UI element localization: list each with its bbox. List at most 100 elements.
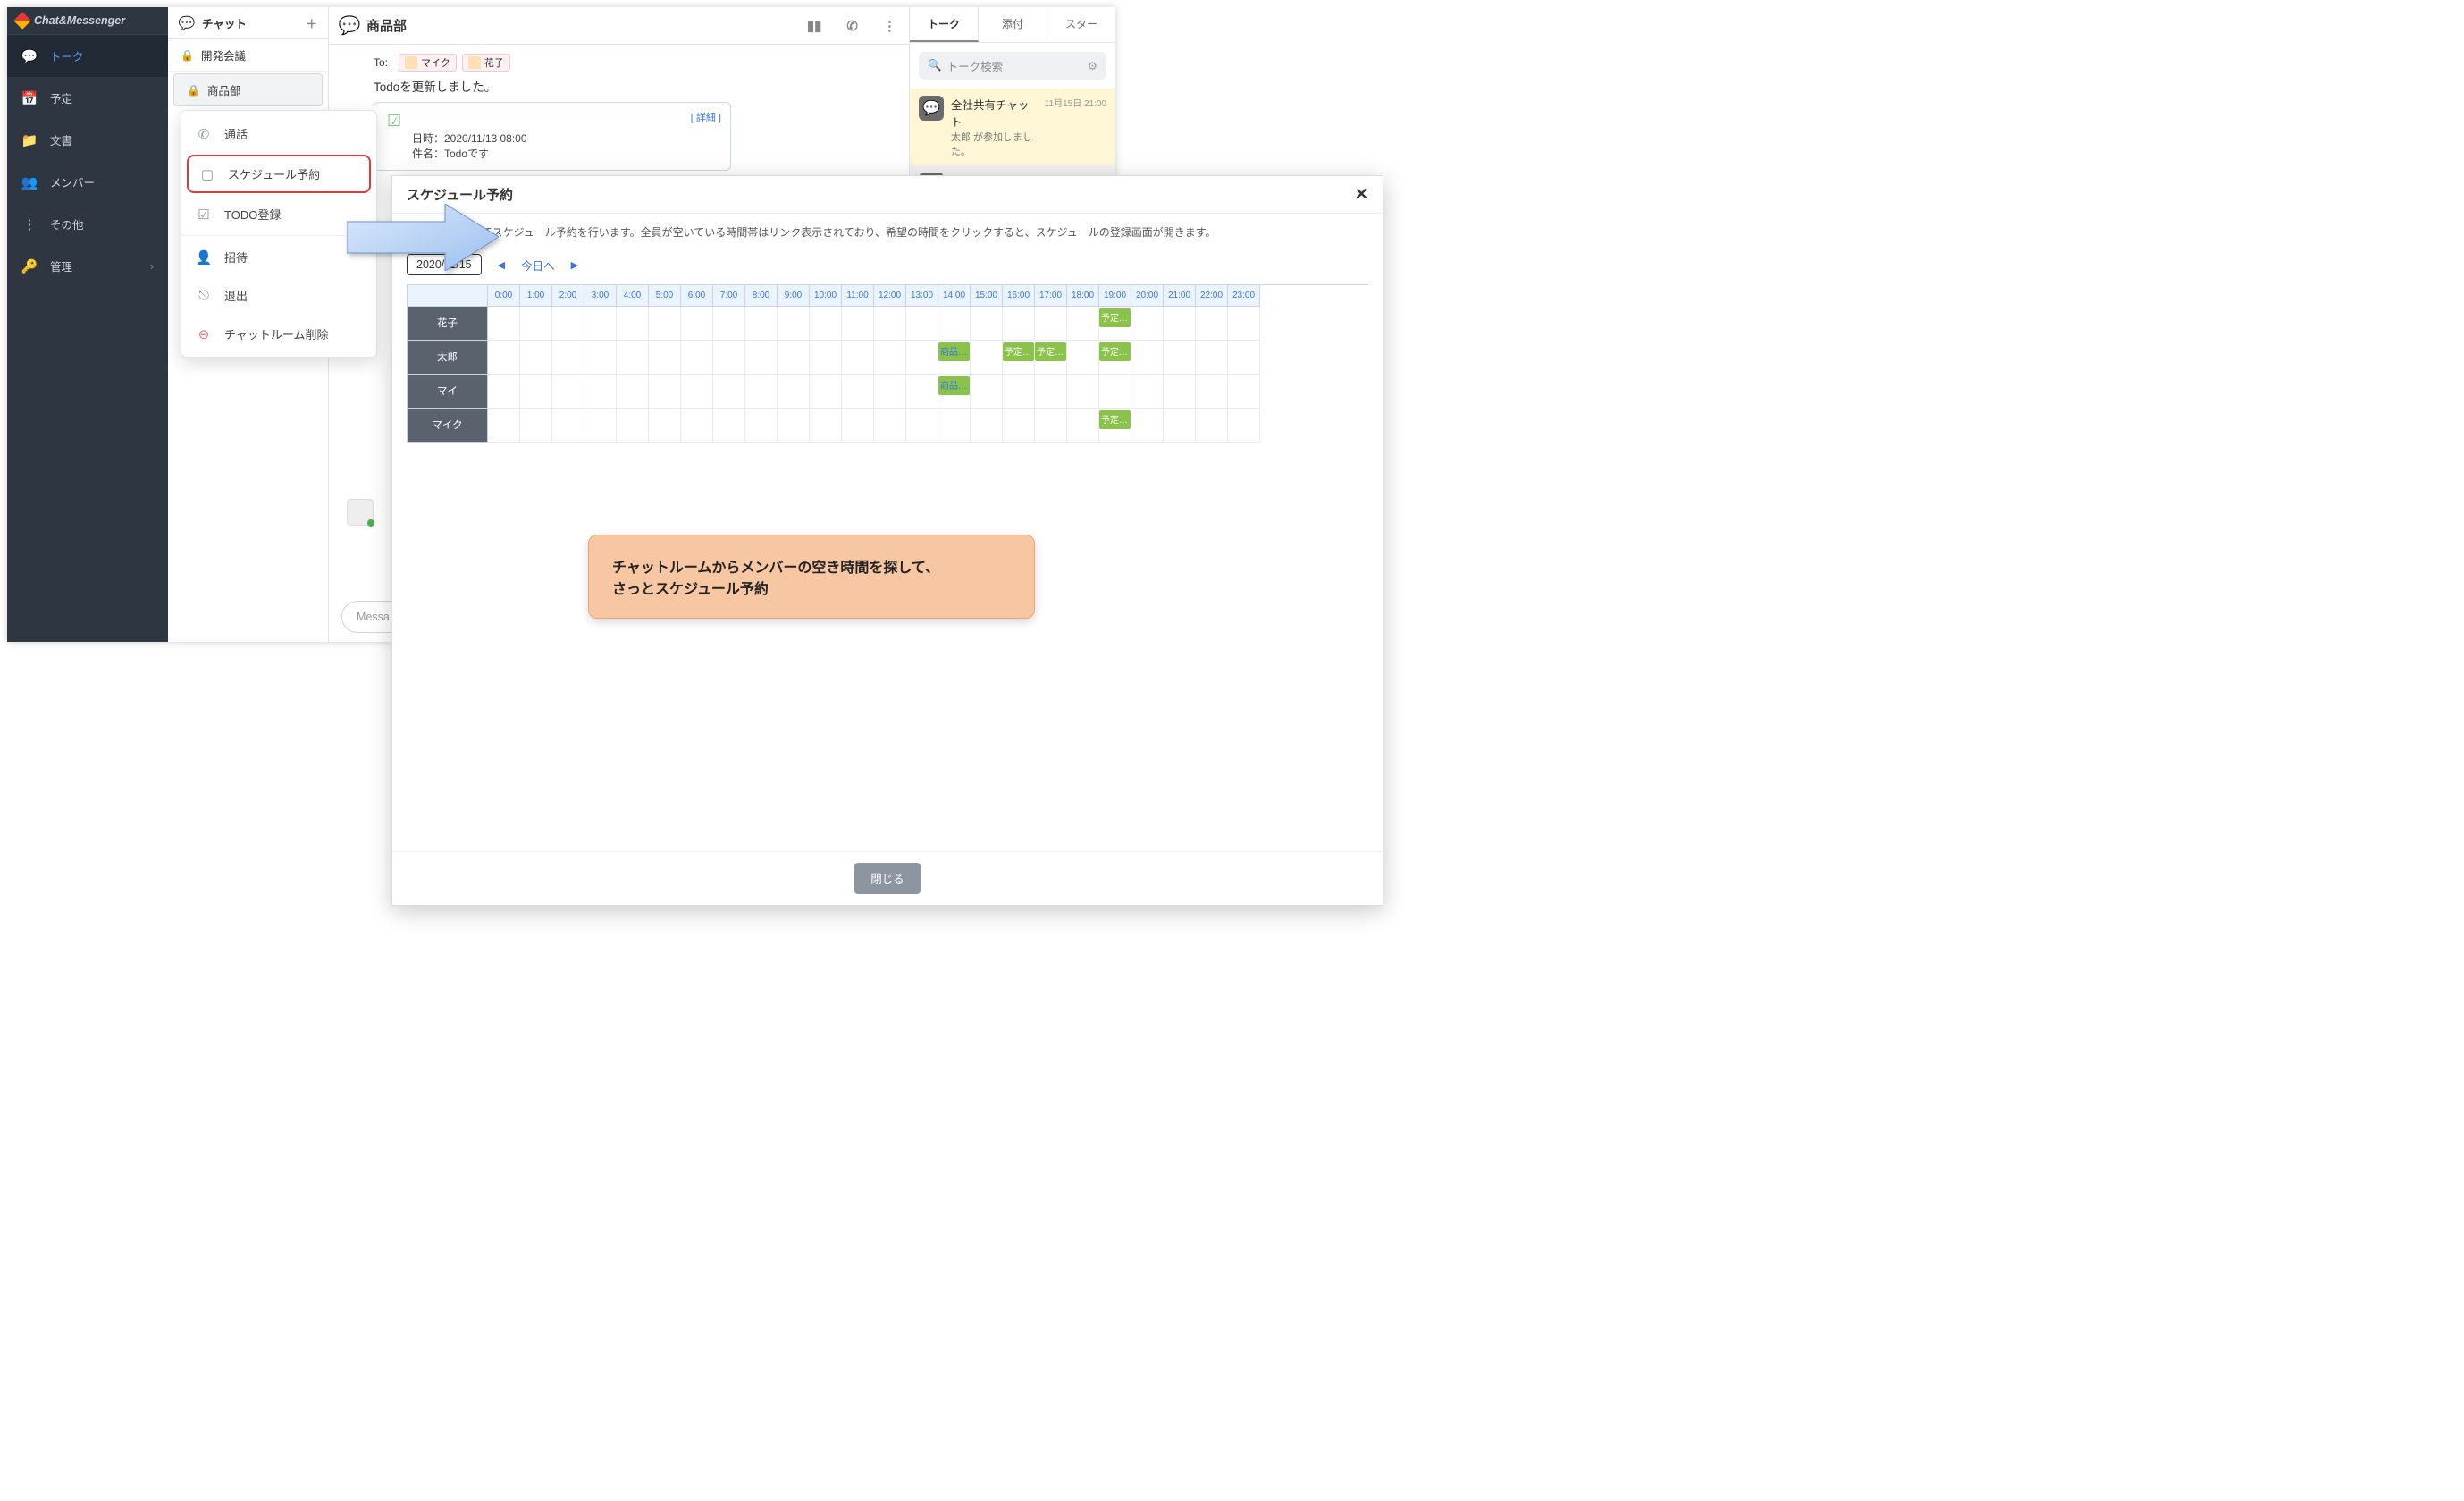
grid-cell[interactable] (713, 375, 745, 409)
grid-cell[interactable]: 予定… (1099, 409, 1131, 443)
grid-cell[interactable] (1067, 307, 1099, 341)
grid-cell[interactable] (520, 307, 552, 341)
grid-cell[interactable] (584, 409, 617, 443)
tab-talk[interactable]: トーク (910, 7, 979, 42)
grid-cell[interactable] (617, 375, 649, 409)
grid-cell[interactable] (1228, 409, 1260, 443)
grid-cell[interactable] (842, 375, 874, 409)
grid-cell[interactable] (842, 341, 874, 375)
grid-cell[interactable] (520, 375, 552, 409)
grid-cell[interactable] (938, 409, 971, 443)
schedule-event[interactable]: 予定… (1099, 410, 1131, 429)
grid-cell[interactable] (778, 409, 810, 443)
grid-cell[interactable] (552, 375, 584, 409)
grid-cell[interactable] (584, 375, 617, 409)
grid-cell[interactable] (842, 307, 874, 341)
grid-cell[interactable]: 商品… (938, 341, 971, 375)
grid-cell[interactable] (874, 307, 906, 341)
grid-cell[interactable] (745, 409, 778, 443)
grid-cell[interactable] (1131, 307, 1164, 341)
grid-cell[interactable] (1228, 307, 1260, 341)
grid-cell[interactable] (488, 409, 520, 443)
grid-cell[interactable] (1196, 307, 1228, 341)
grid-cell[interactable] (1099, 375, 1131, 409)
todo-card[interactable]: ☑ [ 詳細 ] 日時：2020/11/13 08:00 件名：Todoです (374, 102, 731, 171)
grid-cell[interactable] (552, 307, 584, 341)
grid-cell[interactable] (1035, 307, 1067, 341)
schedule-event[interactable]: 商品… (938, 376, 970, 395)
grid-cell[interactable]: 予定… (1099, 307, 1131, 341)
grid-cell[interactable] (906, 341, 938, 375)
ctx-leave[interactable]: ⎋退出 (181, 276, 376, 315)
grid-cell[interactable] (681, 341, 713, 375)
grid-cell[interactable] (778, 307, 810, 341)
grid-cell[interactable] (874, 341, 906, 375)
grid-cell[interactable] (649, 409, 681, 443)
grid-cell[interactable] (1131, 375, 1164, 409)
grid-cell[interactable] (938, 307, 971, 341)
grid-cell[interactable] (681, 375, 713, 409)
grid-cell[interactable] (745, 341, 778, 375)
grid-cell[interactable] (520, 409, 552, 443)
grid-cell[interactable]: 商品… (938, 375, 971, 409)
grid-cell[interactable] (649, 307, 681, 341)
grid-cell[interactable] (745, 307, 778, 341)
grid-cell[interactable] (810, 341, 842, 375)
grid-cell[interactable] (584, 307, 617, 341)
grid-cell[interactable] (1164, 307, 1196, 341)
grid-cell[interactable] (1196, 375, 1228, 409)
grid-cell[interactable] (1067, 341, 1099, 375)
grid-cell[interactable] (1003, 375, 1035, 409)
card-detail-link[interactable]: [ 詳細 ] (691, 110, 721, 124)
grid-cell[interactable] (874, 409, 906, 443)
grid-cell[interactable] (971, 341, 1003, 375)
grid-cell[interactable] (1003, 409, 1035, 443)
grid-cell[interactable] (971, 409, 1003, 443)
ctx-schedule[interactable]: ▢スケジュール予約 (187, 155, 371, 193)
grid-cell[interactable] (488, 375, 520, 409)
grid-cell[interactable] (584, 341, 617, 375)
nav-item-members[interactable]: 👥 メンバー (7, 161, 168, 203)
schedule-event[interactable]: 商品… (938, 342, 970, 361)
channel-item-selected[interactable]: 🔒 商品部 (173, 73, 323, 106)
grid-cell[interactable] (617, 341, 649, 375)
grid-cell[interactable] (649, 375, 681, 409)
grid-cell[interactable] (778, 375, 810, 409)
gear-icon[interactable]: ⚙ (1088, 59, 1097, 72)
more-menu-button[interactable]: ⋮ (883, 18, 896, 34)
grid-cell[interactable] (520, 341, 552, 375)
nav-item-talk[interactable]: 💬 トーク (7, 35, 168, 77)
grid-cell[interactable]: 予定… (1003, 341, 1035, 375)
schedule-event[interactable]: 予定… (1003, 342, 1034, 361)
grid-cell[interactable] (906, 375, 938, 409)
grid-cell[interactable] (1067, 409, 1099, 443)
grid-cell[interactable] (1035, 375, 1067, 409)
grid-cell[interactable] (1131, 409, 1164, 443)
grid-cell[interactable] (1003, 307, 1035, 341)
grid-cell[interactable] (617, 307, 649, 341)
grid-cell[interactable] (552, 409, 584, 443)
grid-cell[interactable] (713, 307, 745, 341)
schedule-event[interactable]: 予定… (1099, 342, 1131, 361)
close-button[interactable]: ✕ (1355, 185, 1368, 204)
channel-item[interactable]: 🔒 開発会議 (168, 39, 328, 72)
grid-cell[interactable] (713, 341, 745, 375)
nav-item-admin[interactable]: 🔑 管理 › (7, 245, 168, 287)
recipient-chip[interactable]: マイク (399, 54, 457, 72)
grid-cell[interactable] (745, 375, 778, 409)
grid-cell[interactable] (842, 409, 874, 443)
grid-cell[interactable] (649, 341, 681, 375)
grid-cell[interactable] (681, 409, 713, 443)
grid-cell[interactable] (488, 341, 520, 375)
grid-cell[interactable]: 予定… (1035, 341, 1067, 375)
search-input[interactable]: 🔍 トーク検索 ⚙ (919, 52, 1106, 80)
recipient-chip[interactable]: 花子 (462, 54, 510, 72)
grid-cell[interactable] (778, 341, 810, 375)
grid-cell[interactable] (1228, 375, 1260, 409)
ctx-delete-room[interactable]: ⊖チャットルーム削除 (181, 315, 376, 353)
grid-cell[interactable] (1196, 409, 1228, 443)
nav-item-docs[interactable]: 📁 文書 (7, 119, 168, 161)
video-call-button[interactable]: ▮▮ (807, 18, 822, 34)
grid-cell[interactable] (971, 375, 1003, 409)
grid-cell[interactable] (1131, 341, 1164, 375)
